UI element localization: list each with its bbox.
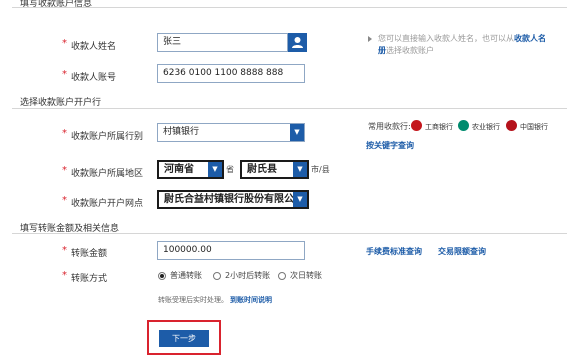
county-select[interactable]: 尉氏县 ▼ (240, 160, 309, 179)
amount-label: 转账金额 (71, 249, 108, 259)
amount-value: 100000.00 (163, 245, 212, 255)
required-mark: * (62, 165, 67, 176)
payee-book-link[interactable]: 收款人名 (514, 34, 546, 43)
radio-2h-transfer[interactable] (213, 272, 221, 280)
bank-region-label: 收款账户所属地区 (71, 169, 144, 179)
bank-type-select[interactable]: 村镇银行 ▼ (157, 123, 305, 142)
radio-next-day-transfer[interactable] (278, 272, 286, 280)
section-title-payee-bank: 选择收款账户开户行 (20, 98, 102, 108)
province-unit: 省 (226, 165, 234, 174)
payee-hint-line2: 册选择收款账户 (378, 45, 434, 56)
section-divider (12, 233, 567, 234)
limit-query-link[interactable]: 交易限额查询 (438, 246, 486, 257)
mode-option-next-day[interactable]: 次日转账 (290, 270, 322, 281)
payee-hint: 您可以直接输入收款人姓名，也可以从收款人名 (378, 33, 546, 44)
bank-type-label: 收款账户所属行别 (71, 132, 144, 142)
required-mark: * (62, 270, 67, 281)
branch-value: 尉氏合益村镇银行股份有限公司 (164, 194, 304, 205)
payee-account-input[interactable]: 6236 0100 1100 8888 888 (157, 64, 305, 83)
province-value: 河南省 (164, 164, 194, 175)
fee-standard-link[interactable]: 手续费标准查询 (366, 246, 422, 257)
required-mark: * (62, 38, 67, 49)
payee-hint-suffix: 选择收款账户 (386, 46, 434, 55)
processing-note: 转账受理后实时处理。 (158, 296, 228, 304)
transfer-mode-label: 转账方式 (71, 274, 108, 284)
branch-select[interactable]: 尉氏合益村镇银行股份有限公司 ▼ (157, 190, 309, 209)
payee-hint-prefix: 您可以直接输入收款人姓名，也可以从 (378, 34, 514, 43)
required-mark: * (62, 128, 67, 139)
chevron-down-icon: ▼ (290, 124, 304, 141)
payee-book-link-tail[interactable]: 册 (378, 46, 386, 55)
bank-type-value: 村镇银行 (163, 127, 200, 137)
bank-link-boc[interactable]: 中国银行 (520, 122, 548, 132)
next-step-button[interactable]: 下一步 (159, 330, 209, 347)
common-banks-label: 常用收款行: (368, 122, 411, 131)
required-mark: * (62, 195, 67, 206)
county-value: 尉氏县 (247, 164, 277, 175)
payee-account-label: 收款人账号 (71, 73, 117, 83)
triangle-bullet-icon (368, 36, 372, 42)
chevron-down-icon: ▼ (293, 162, 307, 177)
payee-name-input[interactable]: 张三 (157, 33, 288, 52)
payee-directory-button[interactable] (288, 33, 307, 52)
bank-branch-label: 收款账户开户网点 (71, 199, 144, 209)
radio-normal-transfer[interactable] (158, 272, 166, 280)
section-divider (12, 7, 567, 8)
keyword-search-link[interactable]: 按关键字查询 (366, 140, 414, 151)
payee-name-label: 收款人姓名 (71, 42, 117, 52)
chevron-down-icon: ▼ (293, 192, 307, 207)
county-unit: 市/县 (311, 165, 330, 174)
person-icon (292, 37, 303, 48)
payee-name-value: 张三 (163, 37, 182, 47)
chevron-down-icon: ▼ (208, 162, 222, 177)
abc-logo-icon (458, 120, 469, 131)
payee-account-value: 6236 0100 1100 8888 888 (163, 68, 284, 78)
arrival-time-link[interactable]: 到账时间说明 (230, 295, 272, 305)
bank-link-icbc[interactable]: 工商银行 (425, 122, 453, 132)
amount-input[interactable]: 100000.00 (157, 241, 305, 260)
section-divider (12, 108, 567, 109)
mode-option-normal[interactable]: 普通转账 (170, 270, 202, 281)
province-select[interactable]: 河南省 ▼ (157, 160, 224, 179)
icbc-logo-icon (411, 120, 422, 131)
required-mark: * (62, 245, 67, 256)
next-button-highlight: 下一步 (147, 320, 221, 355)
required-mark: * (62, 69, 67, 80)
bank-link-abc[interactable]: 农业银行 (472, 122, 500, 132)
boc-logo-icon (506, 120, 517, 131)
mode-option-2h[interactable]: 2小时后转账 (225, 270, 270, 281)
